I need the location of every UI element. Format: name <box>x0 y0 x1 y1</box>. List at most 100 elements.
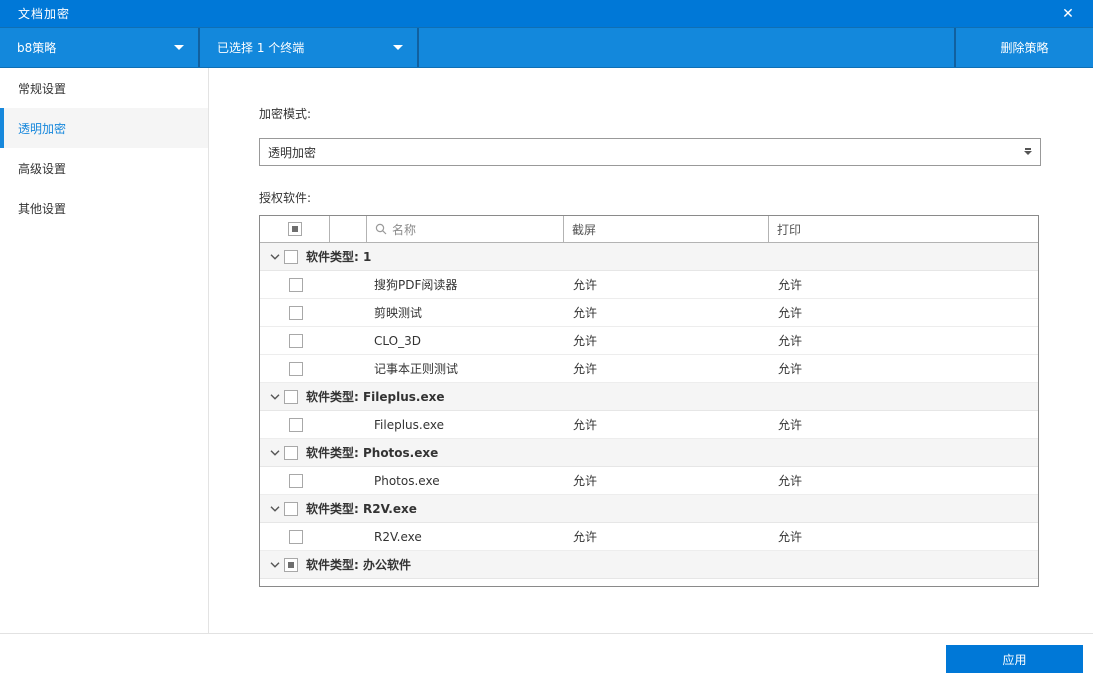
row-screenshot-value: 允许 <box>573 306 598 320</box>
row-screenshot-value: 允许 <box>573 418 598 432</box>
group-checkbox[interactable] <box>284 501 298 516</box>
software-table: 名称 截屏 打印 软件类型: 1 搜狗PDF阅读器 允许 允许 剪映测试 允许 允许 CLO_… <box>259 215 1039 587</box>
group-row: 软件类型: Photos.exe <box>260 439 1038 467</box>
authorized-software-label: 授权软件: <box>259 191 312 205</box>
row-print-value: 允许 <box>778 362 803 376</box>
row-screenshot-value: 允许 <box>573 474 598 488</box>
row-checkbox[interactable] <box>288 585 303 586</box>
policy-dropdown-label: b8策略 <box>17 41 57 55</box>
group-row: 软件类型: Fileplus.exe <box>260 383 1038 411</box>
row-checkbox-cell <box>260 473 331 488</box>
sidebar-item-1[interactable]: 常规设置 <box>0 68 208 108</box>
software-table-body: 软件类型: 1 搜狗PDF阅读器 允许 允许 剪映测试 允许 允许 CLO_3D 允许 允许 记事本… <box>260 243 1038 587</box>
row-name: 剪映测试 <box>374 306 423 320</box>
row-name: Fileplus.exe <box>374 417 444 432</box>
software-row: Photos.exe 允许 允许 <box>260 467 1038 495</box>
encryption-mode-label: 加密模式: <box>259 107 312 121</box>
select-all-checkbox[interactable] <box>287 222 302 236</box>
chevron-down-icon[interactable] <box>268 505 282 512</box>
main-panel: 加密模式: 透明加密 授权软件: 名称 截屏 打印 软件类型: 1 搜狗PDF阅… <box>209 68 1093 633</box>
chevron-down-icon[interactable] <box>268 253 282 260</box>
software-row: WPS Offi允许允许 <box>260 579 1038 587</box>
row-screenshot-value: 允许 <box>573 362 598 376</box>
row-screenshot-value: 允许 <box>573 278 598 292</box>
row-checkbox[interactable] <box>288 305 303 320</box>
sidebar-item-2[interactable]: 透明加密 <box>0 108 208 148</box>
row-checkbox[interactable] <box>288 277 303 292</box>
chevron-down-icon[interactable] <box>268 561 282 568</box>
sidebar-item-4[interactable]: 其他设置 <box>0 188 208 228</box>
header-screenshot-label: 截屏 <box>572 222 597 237</box>
row-checkbox-cell <box>260 417 331 432</box>
row-checkbox-cell <box>260 277 331 292</box>
software-row: 剪映测试 允许 允许 <box>260 299 1038 327</box>
row-name: WPS Offi <box>368 586 565 587</box>
row-checkbox-cell <box>260 333 331 348</box>
app-body: 常规设置透明加密高级设置其他设置 加密模式: 透明加密 授权软件: 名称 <box>0 68 1093 633</box>
search-icon <box>375 223 387 235</box>
group-row: 软件类型: R2V.exe <box>260 495 1038 523</box>
row-print-value: 允许 <box>778 278 803 292</box>
row-name: 记事本正则测试 <box>374 362 459 376</box>
apply-button[interactable]: 应用 <box>946 645 1083 673</box>
terminal-dropdown[interactable]: 已选择 1 个终端 <box>200 28 419 67</box>
chevron-down-icon <box>1024 148 1032 155</box>
header-print-label: 打印 <box>777 222 802 237</box>
delete-policy-label: 删除策略 <box>1000 41 1049 55</box>
sidebar-item-label: 常规设置 <box>18 81 67 96</box>
row-screenshot-value: 允许 <box>573 530 598 544</box>
row-checkbox-cell <box>260 585 331 586</box>
row-checkbox[interactable] <box>288 333 303 348</box>
software-row: R2V.exe 允许 允许 <box>260 523 1038 551</box>
row-name: CLO_3D <box>374 333 421 348</box>
header-spacer-cell <box>330 216 367 242</box>
group-checkbox[interactable] <box>284 249 298 264</box>
row-print-value: 允许 <box>778 474 803 488</box>
row-print-value: 允许 <box>778 334 803 348</box>
header-print-cell[interactable]: 打印 <box>769 216 1038 242</box>
titlebar: 文档加密 ✕ <box>0 0 1093 27</box>
software-row: CLO_3D 允许 允许 <box>260 327 1038 355</box>
delete-policy-button[interactable]: 删除策略 <box>954 28 1093 67</box>
close-icon[interactable]: ✕ <box>1051 0 1085 27</box>
chevron-down-icon <box>393 45 403 50</box>
row-print-value: 允许 <box>778 306 803 320</box>
row-checkbox-cell <box>260 529 331 544</box>
encryption-mode-value: 透明加密 <box>268 145 317 160</box>
row-checkbox[interactable] <box>288 473 303 488</box>
group-checkbox[interactable] <box>284 557 298 572</box>
software-row: 搜狗PDF阅读器 允许 允许 <box>260 271 1038 299</box>
header-name-cell[interactable]: 名称 <box>367 216 564 242</box>
row-checkbox[interactable] <box>288 361 303 376</box>
window-title: 文档加密 <box>18 7 71 21</box>
software-row: Fileplus.exe 允许 允许 <box>260 411 1038 439</box>
encryption-mode-select[interactable]: 透明加密 <box>259 138 1041 166</box>
row-checkbox-cell <box>260 305 331 320</box>
header-checkbox-cell <box>260 216 330 242</box>
chevron-down-icon[interactable] <box>268 393 282 400</box>
group-checkbox[interactable] <box>284 445 298 460</box>
sidebar-item-3[interactable]: 高级设置 <box>0 148 208 188</box>
sidebar-item-label: 透明加密 <box>18 121 67 136</box>
sidebar-item-label: 其他设置 <box>18 201 67 216</box>
row-name: 搜狗PDF阅读器 <box>374 278 458 292</box>
software-row: 记事本正则测试 允许 允许 <box>260 355 1038 383</box>
toolbar: b8策略 已选择 1 个终端 删除策略 <box>0 27 1093 68</box>
group-checkbox[interactable] <box>284 389 298 404</box>
group-row: 软件类型: 办公软件 <box>260 551 1038 579</box>
footer: 应用 <box>0 633 1093 680</box>
policy-dropdown[interactable]: b8策略 <box>0 28 200 67</box>
row-checkbox[interactable] <box>288 417 303 432</box>
sidebar-item-label: 高级设置 <box>18 161 67 176</box>
group-row: 软件类型: 1 <box>260 243 1038 271</box>
header-screenshot-cell[interactable]: 截屏 <box>564 216 769 242</box>
row-screenshot-value: 允许 <box>573 334 598 348</box>
row-name: R2V.exe <box>374 529 422 544</box>
chevron-down-icon[interactable] <box>268 449 282 456</box>
chevron-down-icon <box>174 45 184 50</box>
row-print-value: 允许 <box>770 584 1038 586</box>
row-checkbox[interactable] <box>288 529 303 544</box>
header-name-label: 名称 <box>392 222 417 237</box>
group-label: 软件类型: R2V.exe <box>306 502 417 516</box>
